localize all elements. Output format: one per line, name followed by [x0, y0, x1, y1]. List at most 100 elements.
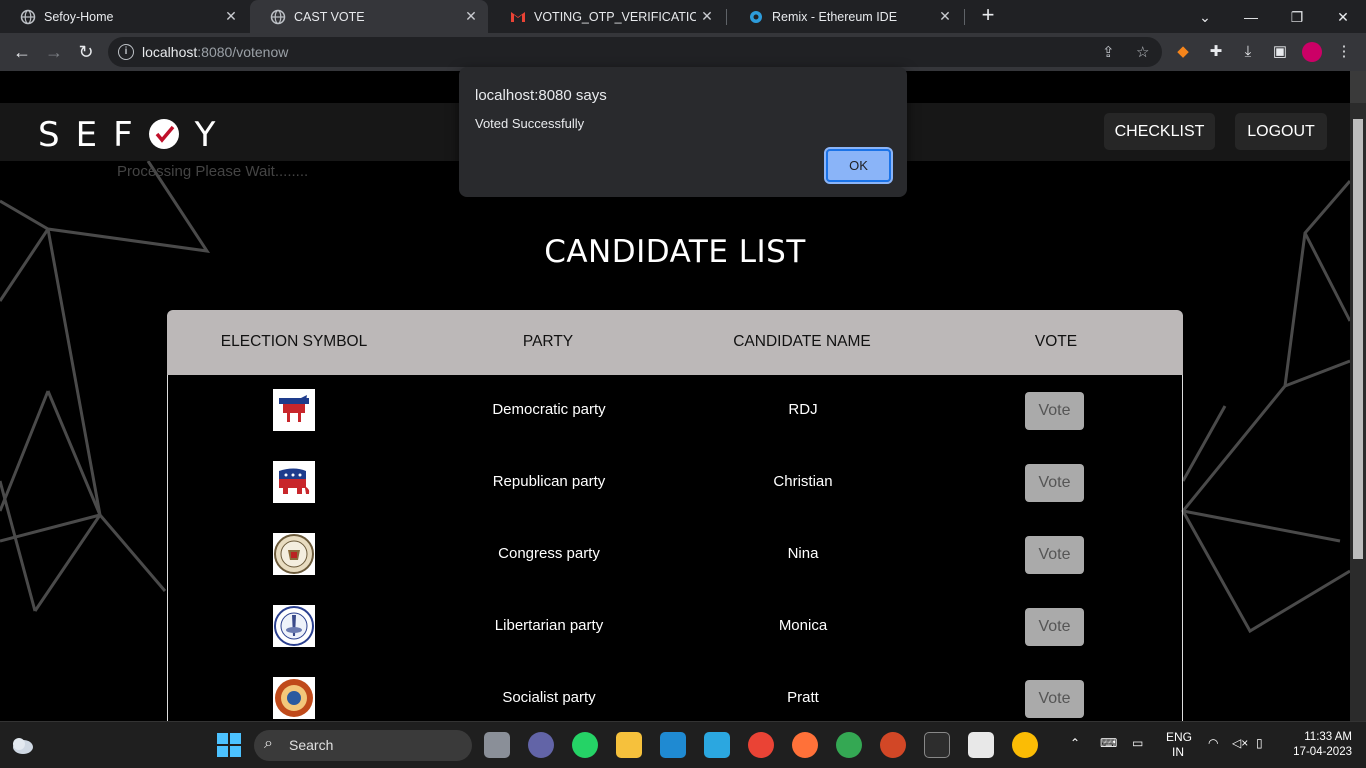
table-row: Democratic party RDJ Vote: [168, 375, 1184, 447]
bookmark-star-icon[interactable]: ☆: [1136, 43, 1149, 61]
system-clock[interactable]: 11:33 AM 17-04-2023: [1288, 730, 1352, 760]
keyboard-icon[interactable]: ⌨: [1100, 736, 1117, 750]
tab-divider: [726, 9, 727, 25]
weather-icon[interactable]: [10, 734, 34, 756]
teams-icon[interactable]: [528, 732, 554, 758]
snipping-tool-icon[interactable]: [968, 732, 994, 758]
menu-icon[interactable]: ⋮: [1334, 42, 1354, 62]
column-header: VOTE: [1034, 333, 1078, 350]
party-name: Republican party: [492, 473, 606, 490]
tab-title: Remix - Ethereum IDE: [772, 9, 898, 24]
chrome-alt-icon[interactable]: [1012, 732, 1038, 758]
dialog-message: Voted Successfully: [475, 116, 585, 131]
vote-button[interactable]: Vote: [1025, 680, 1084, 718]
close-tab-icon[interactable]: ✕: [934, 8, 956, 25]
candidate-table: ELECTION SYMBOL PARTY CANDIDATE NAME VOT…: [167, 310, 1183, 721]
battery-icon[interactable]: ▯: [1256, 736, 1263, 750]
scrollbar-thumb[interactable]: [1353, 119, 1363, 559]
vote-button[interactable]: Vote: [1025, 536, 1084, 574]
vscode-icon[interactable]: [660, 732, 686, 758]
task-view-icon[interactable]: [484, 732, 510, 758]
windows-taskbar: ⌕ Search ⌃ ⌨ ▭ ENG IN ◠ ◁× ▯ 11:33 AM 17-0…: [0, 721, 1366, 768]
candidate-name: Monica: [778, 617, 828, 634]
extensions-icon[interactable]: ✚: [1206, 42, 1226, 62]
party-name: Congress party: [498, 545, 600, 562]
remix-icon: [748, 9, 764, 25]
page-scrollbar[interactable]: [1350, 103, 1366, 721]
vote-button[interactable]: Vote: [1025, 464, 1084, 502]
tab-title: Sefoy-Home: [44, 9, 114, 24]
party-name: Democratic party: [492, 401, 606, 418]
candidate-name: Pratt: [787, 689, 819, 706]
new-tab-button[interactable]: +: [976, 4, 1000, 28]
maximize-button[interactable]: ❐: [1274, 4, 1320, 30]
url-text: localhost:8080/votenow: [142, 44, 289, 60]
vote-button[interactable]: Vote: [1025, 608, 1084, 646]
forward-button[interactable]: →: [41, 39, 67, 65]
column-header: CANDIDATE NAME: [733, 333, 871, 350]
minimize-button[interactable]: —: [1228, 4, 1274, 30]
browser-tab-bar: Sefoy-Home ✕ CAST VOTE ✕ VOTING_OTP_VERI…: [0, 0, 1366, 33]
chrome-profile-icon[interactable]: [836, 732, 862, 758]
whatsapp-icon[interactable]: [572, 732, 598, 758]
tab-voting-otp[interactable]: VOTING_OTP_VERIFICATION - sh ✕: [490, 0, 724, 33]
vote-button[interactable]: Vote: [1025, 392, 1084, 430]
reload-button[interactable]: ↻: [73, 39, 99, 65]
address-bar[interactable]: i localhost:8080/votenow ⇪ ☆: [108, 37, 1162, 67]
tab-title: VOTING_OTP_VERIFICATION - sh: [534, 9, 696, 24]
metamask-icon[interactable]: ◆: [1173, 42, 1193, 62]
table-row: Socialist party Pratt Vote: [168, 663, 1184, 721]
close-tab-icon[interactable]: ✕: [460, 8, 482, 25]
gmail-icon: [510, 9, 526, 25]
wifi-icon[interactable]: ◠: [1208, 736, 1218, 750]
globe-icon: [20, 9, 36, 25]
dialog-title: localhost:8080 says: [475, 87, 607, 104]
ok-button[interactable]: OK: [824, 147, 893, 184]
close-tab-icon[interactable]: ✕: [220, 8, 242, 25]
tab-search-icon[interactable]: ⌄: [1182, 4, 1228, 30]
chrome-icon[interactable]: [748, 732, 774, 758]
seal-icon: [273, 677, 315, 719]
processing-message: Processing Please Wait........: [117, 163, 309, 180]
alert-dialog: localhost:8080 says Voted Successfully O…: [459, 67, 907, 197]
table-header: ELECTION SYMBOL PARTY CANDIDATE NAME VOT…: [167, 310, 1183, 375]
sefoy-logo[interactable]: SEF Y: [38, 115, 231, 155]
download-icon[interactable]: ⤓: [1238, 42, 1258, 62]
terminal-icon[interactable]: [924, 732, 950, 758]
touchpad-icon[interactable]: ▭: [1132, 736, 1143, 750]
side-panel-icon[interactable]: ▣: [1270, 42, 1290, 62]
page-title: CANDIDATE LIST: [544, 234, 806, 270]
donkey-icon: [273, 389, 315, 431]
tab-sefoy-home[interactable]: Sefoy-Home ✕: [0, 0, 248, 33]
back-button[interactable]: ←: [9, 39, 35, 65]
firefox-icon[interactable]: [792, 732, 818, 758]
remote-desktop-icon[interactable]: [704, 732, 730, 758]
close-tab-icon[interactable]: ✕: [696, 8, 718, 25]
candidate-name: RDJ: [788, 401, 818, 418]
mute-icon[interactable]: ◁×: [1232, 736, 1248, 750]
language-indicator[interactable]: ENG IN: [1166, 730, 1192, 760]
taskbar-search[interactable]: ⌕ Search: [254, 730, 472, 761]
start-icon[interactable]: [216, 732, 242, 758]
candidate-name: Christian: [773, 473, 833, 490]
tab-cast-vote[interactable]: CAST VOTE ✕: [250, 0, 488, 33]
table-row: Libertarian party Monica Vote: [168, 591, 1184, 663]
seal-icon: [273, 605, 315, 647]
check-circle-icon: [148, 119, 179, 149]
checklist-button[interactable]: CHECKLIST: [1104, 113, 1215, 150]
chevron-up-icon[interactable]: ⌃: [1070, 736, 1080, 750]
site-info-icon[interactable]: i: [118, 44, 134, 60]
party-name: Libertarian party: [494, 617, 604, 634]
logout-button[interactable]: LOGOUT: [1235, 113, 1327, 150]
seal-icon: [273, 533, 315, 575]
share-icon[interactable]: ⇪: [1102, 43, 1115, 61]
table-row: Republican party Christian Vote: [168, 447, 1184, 519]
file-explorer-icon[interactable]: [616, 732, 642, 758]
tab-title: CAST VOTE: [294, 9, 365, 24]
close-window-button[interactable]: ✕: [1320, 4, 1366, 30]
table-row: Congress party Nina Vote: [168, 519, 1184, 591]
profile-avatar[interactable]: [1302, 42, 1322, 62]
elephant-icon: [273, 461, 315, 503]
tab-remix[interactable]: Remix - Ethereum IDE ✕: [728, 0, 962, 33]
powerpoint-icon[interactable]: [880, 732, 906, 758]
